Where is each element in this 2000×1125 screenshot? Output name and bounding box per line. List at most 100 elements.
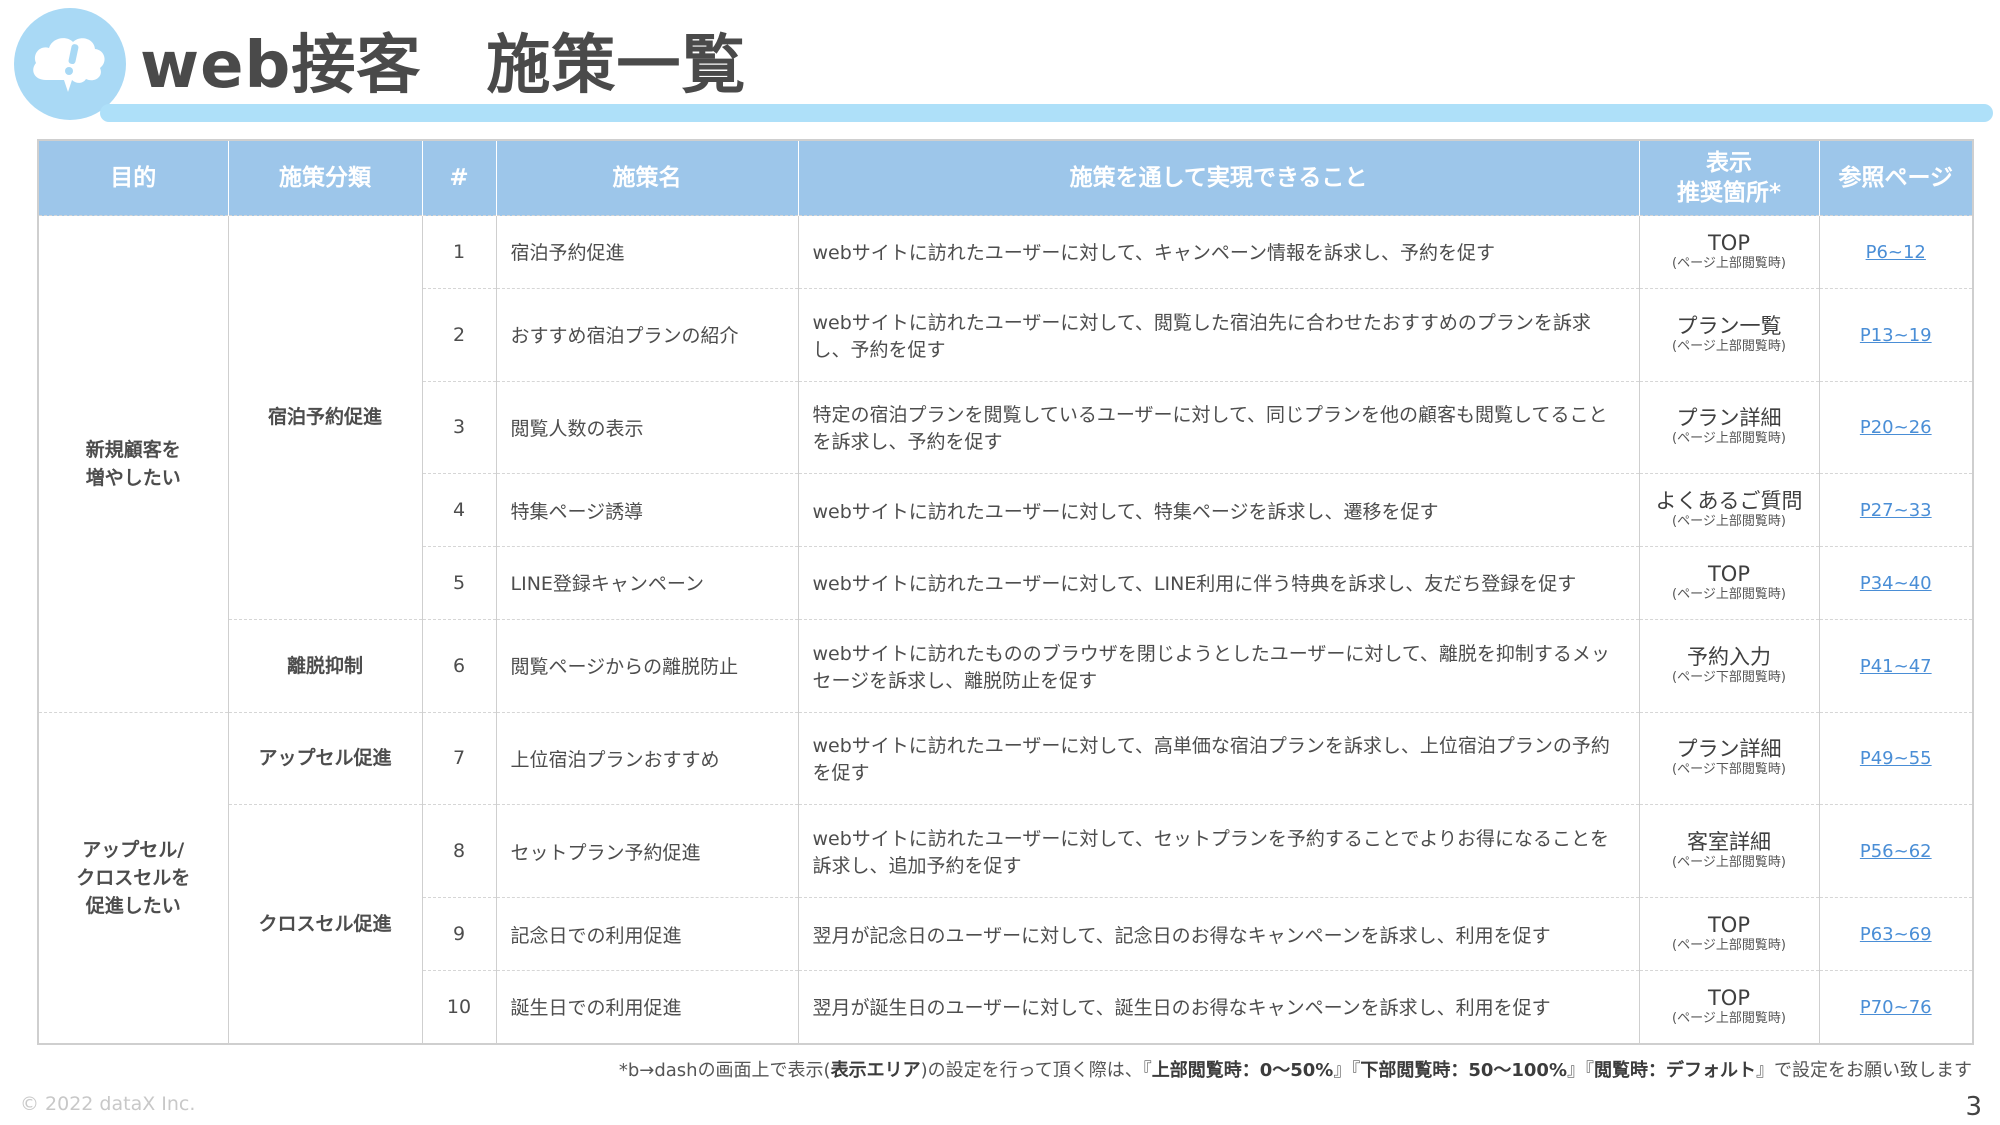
cloud-exclamation-icon xyxy=(33,38,105,92)
row-number: 3 xyxy=(421,380,497,475)
display-area: プラン詳細 (ページ下部閲覧時) xyxy=(1638,711,1820,806)
display-area: TOP (ページ上部閲覧時) xyxy=(1638,215,1820,289)
page-title: web接客 施策一覧 xyxy=(140,29,747,103)
display-area: 予約入力 (ページ下部閲覧時) xyxy=(1638,618,1820,713)
measure-description: webサイトに訪れたユーザーに対して、LINE利用に伴う特典を訴求し、友だち登録… xyxy=(797,546,1640,620)
title-underline-bar xyxy=(100,104,1993,122)
display-area: プラン詳細 (ページ上部閲覧時) xyxy=(1638,380,1820,475)
measure-description: webサイトに訪れたユーザーに対して、セットプランを予約することでよりお得になる… xyxy=(797,804,1640,899)
measure-name: 上位宿泊プランおすすめ xyxy=(495,711,799,806)
row-number: 8 xyxy=(421,804,497,899)
copyright: © 2022 dataX Inc. xyxy=(20,1093,196,1115)
display-area: TOP (ページ上部閲覧時) xyxy=(1638,897,1820,971)
reference-page-link[interactable]: P34~40 xyxy=(1860,573,1932,594)
reference-page-link[interactable]: P13~19 xyxy=(1860,325,1932,346)
reference-cell: P70~76 xyxy=(1818,969,1974,1045)
reference-cell: P56~62 xyxy=(1818,804,1974,899)
column-header-category: 施策分類 xyxy=(227,140,423,216)
column-header-measure-name: 施策名 xyxy=(495,140,799,216)
category-cell: アップセル促進 xyxy=(227,711,423,806)
measure-name: 記念日での利用促進 xyxy=(495,897,799,971)
column-header-description: 施策を通して実現できること xyxy=(797,140,1640,216)
measure-description: 翌月が記念日のユーザーに対して、記念日のお得なキャンペーンを訴求し、利用を促す xyxy=(797,897,1640,971)
display-area-main: プラン詳細 xyxy=(1676,737,1782,762)
display-area-sub: (ページ上部閲覧時) xyxy=(1672,855,1786,871)
row-number: 7 xyxy=(421,711,497,806)
footnote-bold-display-area: 表示エリア xyxy=(830,1060,921,1081)
objective-cell: 新規顧客を 増やしたい xyxy=(37,215,229,713)
reference-cell: P41~47 xyxy=(1818,618,1974,713)
measure-description: webサイトに訪れたユーザーに対して、閲覧した宿泊先に合わせたおすすめのプランを… xyxy=(797,287,1640,382)
category-cell: クロスセル促進 xyxy=(227,804,423,1045)
reference-cell: P20~26 xyxy=(1818,380,1974,475)
display-area: 客室詳細 (ページ上部閲覧時) xyxy=(1638,804,1820,899)
row-number: 9 xyxy=(421,897,497,971)
row-number: 5 xyxy=(421,546,497,620)
row-number: 1 xyxy=(421,215,497,289)
reference-cell: P27~33 xyxy=(1818,473,1974,548)
display-area-main: 予約入力 xyxy=(1687,644,1771,669)
footnote-mid-3: 』『 xyxy=(1567,1060,1594,1081)
category-cell: 離脱抑制 xyxy=(227,618,423,713)
display-area-sub: (ページ上部閲覧時) xyxy=(1672,938,1786,954)
display-area-sub: (ページ上部閲覧時) xyxy=(1672,1010,1786,1026)
objective-cell: アップセル/ クロスセルを 促進したい xyxy=(37,711,229,1045)
footnote-prefix: *b→dashの画面上で表示( xyxy=(618,1060,831,1081)
reference-cell: P63~69 xyxy=(1818,897,1974,971)
measure-name: セットプラン予約促進 xyxy=(495,804,799,899)
display-area: プラン一覧 (ページ上部閲覧時) xyxy=(1638,287,1820,382)
table-row: クロスセル促進 8 セットプラン予約促進 webサイトに訪れたユーザーに対して、… xyxy=(38,804,1974,1045)
display-area-sub: (ページ上部閲覧時) xyxy=(1672,338,1786,354)
reference-page-link[interactable]: P56~62 xyxy=(1860,841,1932,862)
display-area: TOP (ページ上部閲覧時) xyxy=(1638,546,1820,620)
measure-name: 閲覧人数の表示 xyxy=(495,380,799,475)
table-row: 新規顧客を 増やしたい 宿泊予約促進 1 宿泊予約促進 webサイトに訪れたユー… xyxy=(37,215,1974,713)
display-area-main: TOP xyxy=(1707,985,1751,1010)
display-area-main: TOP xyxy=(1707,230,1751,255)
measure-name: LINE登録キャンペーン xyxy=(495,546,799,620)
display-area: よくあるご質問 (ページ上部閲覧時) xyxy=(1638,473,1820,548)
reference-page-link[interactable]: P49~55 xyxy=(1860,748,1932,769)
footnote-mid-1: )の設定を行って頂く際は、『 xyxy=(920,1060,1152,1081)
column-header-reference-page: 参照ページ xyxy=(1818,140,1974,216)
display-area-main: よくあるご質問 xyxy=(1655,489,1803,514)
display-area-sub: (ページ下部閲覧時) xyxy=(1672,669,1786,685)
reference-page-link[interactable]: P6~12 xyxy=(1866,242,1926,263)
measure-description: webサイトに訪れたユーザーに対して、高単価な宿泊プランを訴求し、上位宿泊プラン… xyxy=(797,711,1640,806)
measure-description: webサイトに訪れたユーザーに対して、キャンペーン情報を訴求し、予約を促す xyxy=(797,215,1640,289)
reference-page-link[interactable]: P27~33 xyxy=(1860,500,1932,521)
table-row: アップセル/ クロスセルを 促進したい アップセル促進 7 上位宿泊プランおすす… xyxy=(37,711,1974,1045)
display-area-sub: (ページ上部閲覧時) xyxy=(1672,431,1786,447)
measure-name: 特集ページ誘導 xyxy=(495,473,799,548)
display-area-main: 客室詳細 xyxy=(1687,830,1771,855)
table-header-row: 目的 施策分類 # 施策名 施策を通して実現できること 表示 推奨箇所* 参照ペ… xyxy=(37,140,1974,216)
page-number: 3 xyxy=(1965,1092,1982,1122)
reference-cell: P49~55 xyxy=(1818,711,1974,806)
footnote-bold-lower: 下部閲覧時：50〜100% xyxy=(1360,1060,1567,1081)
row-number: 4 xyxy=(421,473,497,548)
reference-page-link[interactable]: P41~47 xyxy=(1860,656,1932,677)
column-header-display-area: 表示 推奨箇所* xyxy=(1638,140,1820,216)
footnote-suffix: 』で設定をお願い致します xyxy=(1756,1060,1972,1081)
column-header-objective: 目的 xyxy=(37,140,229,216)
measure-name: 誕生日での利用促進 xyxy=(495,969,799,1045)
table-row: 離脱抑制 6 閲覧ページからの離脱防止 webサイトに訪れたもののブラウザを閉じ… xyxy=(38,618,1974,713)
measure-name: 宿泊予約促進 xyxy=(495,215,799,289)
display-area-main: プラン詳細 xyxy=(1676,406,1782,431)
display-area-sub: (ページ上部閲覧時) xyxy=(1672,255,1786,271)
display-area-main: TOP xyxy=(1707,913,1751,938)
reference-cell: P34~40 xyxy=(1818,546,1974,620)
reference-page-link[interactable]: P20~26 xyxy=(1860,417,1932,438)
row-number: 6 xyxy=(421,618,497,713)
reference-page-link[interactable]: P70~76 xyxy=(1860,997,1932,1018)
reference-cell: P13~19 xyxy=(1818,287,1974,382)
display-area-sub: (ページ上部閲覧時) xyxy=(1672,514,1786,530)
display-area-main: TOP xyxy=(1707,561,1751,586)
footnote-bold-upper: 上部閲覧時：0〜50% xyxy=(1151,1060,1334,1081)
reference-page-link[interactable]: P63~69 xyxy=(1860,924,1932,945)
measure-name: おすすめ宿泊プランの紹介 xyxy=(495,287,799,382)
measure-description: webサイトに訪れたもののブラウザを閉じようとしたユーザーに対して、離脱を抑制す… xyxy=(797,618,1640,713)
category-cell: 宿泊予約促進 xyxy=(227,215,423,620)
footnote-bold-default: 閲覧時：デフォルト xyxy=(1594,1060,1756,1081)
footnote-mid-2: 』『 xyxy=(1333,1060,1361,1081)
